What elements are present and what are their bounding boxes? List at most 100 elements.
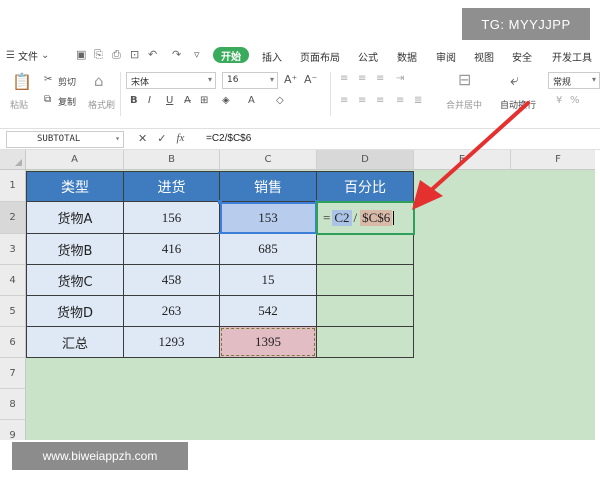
align-middle-icon[interactable]: ≡ xyxy=(358,74,366,84)
name-box[interactable]: SUBTOTAL ▾ xyxy=(6,131,124,148)
tab-page-layout[interactable]: 页面布局 xyxy=(300,49,340,64)
column-header-d[interactable]: D xyxy=(317,150,414,170)
active-edit-cell[interactable]: = C2 / $C$6 xyxy=(316,201,415,235)
number-format-select[interactable]: 常规 ▾ xyxy=(548,72,600,89)
ref-handle[interactable] xyxy=(218,200,222,204)
tab-review[interactable]: 审阅 xyxy=(436,49,456,64)
cell-sales[interactable]: 15 xyxy=(220,265,317,296)
copy-button[interactable]: 复制 xyxy=(58,95,76,108)
export-pdf-icon[interactable]: ⎘ xyxy=(94,48,103,62)
cell-percent[interactable] xyxy=(317,296,414,327)
underline-icon[interactable]: U xyxy=(166,96,173,106)
select-all-corner[interactable] xyxy=(0,150,26,170)
justify-icon[interactable]: ≡ xyxy=(396,96,404,106)
strikethrough-icon[interactable]: A̶ xyxy=(184,96,191,106)
fill-color-icon[interactable]: ◈ xyxy=(222,96,230,106)
row-header-8[interactable]: 8 xyxy=(0,389,26,420)
font-color-icon[interactable]: A xyxy=(248,96,255,106)
cell-purchase[interactable]: 156 xyxy=(124,202,220,234)
distribute-icon[interactable]: ≣ xyxy=(414,96,422,106)
more-icon[interactable]: ▿ xyxy=(194,48,200,61)
save-icon[interactable]: ▣ xyxy=(76,48,86,61)
tab-start[interactable]: 开始 xyxy=(213,47,249,63)
percent-icon[interactable]: % xyxy=(570,96,580,106)
cell-total-sales-referenced[interactable]: 1395 xyxy=(220,327,317,358)
column-header-f[interactable]: F xyxy=(511,150,595,170)
cell-type[interactable]: 货物B xyxy=(27,234,124,265)
print-icon[interactable]: ⎙ xyxy=(112,48,121,62)
cell-purchase[interactable]: 416 xyxy=(124,234,220,265)
name-box-value: SUBTOTAL xyxy=(37,134,81,144)
align-left-icon[interactable]: ≡ xyxy=(340,96,348,106)
row-header-7[interactable]: 7 xyxy=(0,358,26,389)
row-header-9[interactable]: 9 xyxy=(0,420,26,440)
column-header-a[interactable]: A xyxy=(26,150,124,170)
cell-purchase[interactable]: 263 xyxy=(124,296,220,327)
row-header-1[interactable]: 1 xyxy=(0,170,26,202)
cell-percent[interactable] xyxy=(317,327,414,358)
cell-type[interactable]: 货物A xyxy=(27,202,124,234)
cell-total-label[interactable]: 汇总 xyxy=(27,327,124,358)
align-bottom-icon[interactable]: ≡ xyxy=(376,74,384,84)
font-size-select[interactable]: 16 ▾ xyxy=(222,72,278,89)
indent-icon[interactable]: ⇥ xyxy=(396,74,404,84)
align-center-icon[interactable]: ≡ xyxy=(358,96,366,106)
cell-sales[interactable]: 685 xyxy=(220,234,317,265)
cell-percent[interactable] xyxy=(317,234,414,265)
font-grow-icon[interactable]: A⁺ xyxy=(284,74,297,85)
number-format-value: 常规 xyxy=(553,78,572,88)
cut-button[interactable]: 剪切 xyxy=(58,75,76,88)
spreadsheet-grid[interactable]: A B C D E F 1 2 3 4 5 6 7 8 9 类型 进货 销售 百… xyxy=(0,150,595,440)
tab-security[interactable]: 安全 xyxy=(512,49,532,64)
cell-sales[interactable]: 542 xyxy=(220,296,317,327)
merge-center-button[interactable]: 合并居中 xyxy=(446,98,482,111)
row-header-5[interactable]: 5 xyxy=(0,296,26,327)
tab-insert[interactable]: 插入 xyxy=(262,49,282,64)
insert-function-button[interactable]: fx xyxy=(176,132,184,145)
paste-button[interactable]: 粘贴 xyxy=(10,98,28,111)
row-header-4[interactable]: 4 xyxy=(0,265,26,296)
align-top-icon[interactable]: ≡ xyxy=(340,74,348,84)
column-header-e[interactable]: E xyxy=(414,150,511,170)
border-icon[interactable]: ⊞ xyxy=(200,96,208,106)
redo-icon[interactable]: ↷ xyxy=(172,48,181,61)
header-cell-purchase[interactable]: 进货 xyxy=(124,172,220,202)
column-header-c[interactable]: C xyxy=(220,150,317,170)
file-menu[interactable]: ☰ 文件 ⌄ xyxy=(6,48,49,63)
cell-purchase[interactable]: 458 xyxy=(124,265,220,296)
italic-icon[interactable]: I xyxy=(148,96,151,106)
header-cell-type[interactable]: 类型 xyxy=(27,172,124,202)
wrap-text-button[interactable]: 自动换行 xyxy=(500,98,536,111)
header-cell-percent[interactable]: 百分比 xyxy=(317,172,414,202)
cell-type[interactable]: 货物C xyxy=(27,265,124,296)
tab-view[interactable]: 视图 xyxy=(474,49,494,64)
row-header-3[interactable]: 3 xyxy=(0,234,26,265)
tab-formulas[interactable]: 公式 xyxy=(358,49,378,64)
align-right-icon[interactable]: ≡ xyxy=(376,96,384,106)
tab-developer[interactable]: 开发工具 xyxy=(552,49,592,64)
currency-icon[interactable]: ¥ xyxy=(556,96,562,106)
cell-percent[interactable] xyxy=(317,265,414,296)
cell-type[interactable]: 货物D xyxy=(27,296,124,327)
row-header-2[interactable]: 2 xyxy=(0,202,26,234)
eraser-icon[interactable]: ◇ xyxy=(276,96,284,106)
header-cell-sales[interactable]: 销售 xyxy=(220,172,317,202)
column-header-b[interactable]: B xyxy=(124,150,220,170)
formula-ref-c2: C2 xyxy=(332,210,352,226)
font-name-select[interactable]: 宋体 ▾ xyxy=(126,72,216,89)
undo-icon[interactable]: ↶ xyxy=(148,48,157,61)
row-header-6[interactable]: 6 xyxy=(0,327,26,358)
tab-data[interactable]: 数据 xyxy=(397,49,417,64)
confirm-icon[interactable]: ✓ xyxy=(157,132,166,145)
cell-total-purchase[interactable]: 1293 xyxy=(124,327,220,358)
bold-icon[interactable]: B xyxy=(130,96,138,106)
formula-input[interactable]: =C2/$C$6 xyxy=(206,133,251,144)
cell-sales-referenced[interactable]: 153 xyxy=(220,202,317,234)
print-preview-icon[interactable]: ⊡ xyxy=(130,48,139,61)
text-cursor xyxy=(393,211,395,225)
font-shrink-icon[interactable]: A⁻ xyxy=(304,74,317,85)
copy-icon: ⧉ xyxy=(44,94,52,105)
format-painter-button[interactable]: 格式刷 xyxy=(88,98,115,111)
cancel-icon[interactable]: ✕ xyxy=(138,132,147,145)
paste-icon[interactable]: 📋 xyxy=(12,74,32,90)
